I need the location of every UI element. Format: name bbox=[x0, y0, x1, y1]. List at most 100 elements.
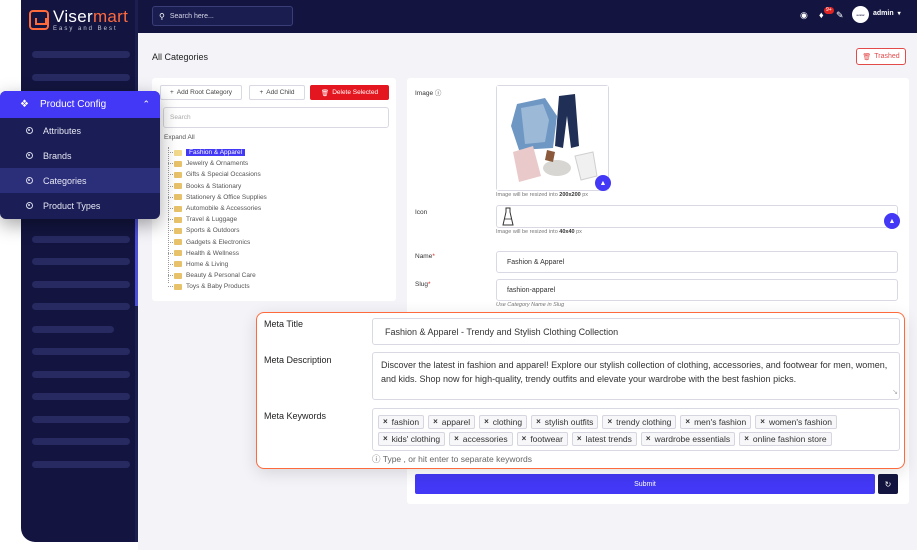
keyword-tag[interactable]: × clothing bbox=[479, 414, 528, 429]
tree-node[interactable]: Books & Stationary bbox=[168, 181, 267, 192]
tree-search-input[interactable]: Search bbox=[163, 107, 389, 128]
tree-node[interactable]: Fashion & Apparel bbox=[168, 147, 267, 158]
name-field[interactable]: Fashion & Apparel bbox=[496, 251, 898, 273]
keyword-tag[interactable]: × wardrobe essentials bbox=[640, 431, 736, 446]
remove-tag-icon[interactable]: × bbox=[577, 434, 582, 443]
tree-node[interactable]: Health & Wellness bbox=[168, 248, 267, 259]
tree-node[interactable]: Toys & Baby Products bbox=[168, 281, 267, 292]
keyword-tag[interactable]: × women's fashion bbox=[755, 414, 837, 429]
cloud-upload-icon[interactable]: ▲ bbox=[884, 213, 900, 229]
sidebar-item-placeholder[interactable] bbox=[32, 416, 130, 423]
remove-tag-icon[interactable]: × bbox=[685, 417, 690, 426]
refresh-icon[interactable]: ↻ bbox=[878, 474, 898, 494]
brand-tagline: Easy and Best bbox=[53, 26, 118, 32]
icon-upload-field[interactable] bbox=[496, 205, 898, 228]
category-tree: Fashion & Apparel Jewelry & Ornaments Gi… bbox=[168, 147, 267, 292]
tree-node[interactable]: Travel & Luggage bbox=[168, 214, 267, 225]
menu-item-product-types[interactable]: Product Types bbox=[0, 193, 160, 218]
sidebar-item-placeholder[interactable] bbox=[32, 371, 130, 378]
slug-field[interactable]: fashion-apparel bbox=[496, 279, 898, 301]
image-hint: Image will be resized into 200x200 px bbox=[496, 192, 589, 198]
slug-hint-link[interactable]: Use Category Name in Slug bbox=[496, 302, 564, 308]
folder-icon bbox=[174, 261, 182, 268]
remove-tag-icon[interactable]: × bbox=[522, 434, 527, 443]
add-root-category-button[interactable]: + Add Root Category bbox=[160, 85, 242, 100]
folder-icon bbox=[174, 272, 182, 279]
sidebar-item-placeholder[interactable] bbox=[32, 281, 130, 288]
tree-node[interactable]: Stationery & Office Supplies bbox=[168, 192, 267, 203]
tree-node[interactable]: Sports & Outdoors bbox=[168, 225, 267, 236]
meta-description-field[interactable]: Discover the latest in fashion and appar… bbox=[372, 352, 900, 400]
keyword-tag[interactable]: × latest trends bbox=[571, 431, 637, 446]
product-config-menu: ❖ Product Config ⌃ Attributes Brands Cat… bbox=[0, 91, 160, 219]
sidebar-item-placeholder[interactable] bbox=[32, 348, 130, 355]
remove-tag-icon[interactable]: × bbox=[760, 417, 765, 426]
keyword-tag[interactable]: × men's fashion bbox=[680, 414, 752, 429]
sidebar-item-placeholder[interactable] bbox=[32, 303, 130, 310]
menu-item-attributes[interactable]: Attributes bbox=[0, 118, 160, 143]
keyword-tag[interactable]: × trendy clothing bbox=[602, 414, 677, 429]
menu-product-config[interactable]: ❖ Product Config ⌃ bbox=[0, 91, 160, 118]
submit-button[interactable]: Submit bbox=[415, 474, 875, 494]
keyword-tag[interactable]: × apparel bbox=[428, 414, 476, 429]
brand-logo[interactable]: Visermart Easy and Best bbox=[29, 8, 128, 32]
circle-icon bbox=[26, 177, 33, 184]
tree-node[interactable]: Home & Living bbox=[168, 259, 267, 270]
icon-label: Icon bbox=[415, 209, 428, 216]
tree-node[interactable]: Beauty & Personal Care bbox=[168, 270, 267, 281]
keyword-tag[interactable]: × accessories bbox=[449, 431, 513, 446]
keyword-tag[interactable]: × online fashion store bbox=[739, 431, 832, 446]
tree-node[interactable]: Gadgets & Electronics bbox=[168, 237, 267, 248]
delete-selected-button[interactable]: 🗑︎ Delete Selected bbox=[310, 85, 389, 100]
sidebar-item-placeholder[interactable] bbox=[32, 236, 130, 243]
search-input[interactable]: ⚲ Search here... bbox=[152, 6, 293, 26]
tree-node[interactable]: Automobile & Accessories bbox=[168, 203, 267, 214]
menu-item-brands[interactable]: Brands bbox=[0, 143, 160, 168]
keyword-tag[interactable]: × kids' clothing bbox=[378, 431, 446, 446]
remove-tag-icon[interactable]: × bbox=[607, 417, 612, 426]
sidebar-item-placeholder[interactable] bbox=[32, 258, 130, 265]
remove-tag-icon[interactable]: × bbox=[433, 417, 438, 426]
add-child-label: Add Child bbox=[266, 89, 295, 96]
sidebar-item-placeholder[interactable] bbox=[32, 326, 114, 333]
remove-tag-icon[interactable]: × bbox=[383, 417, 388, 426]
expand-all-link[interactable]: Expand All bbox=[164, 134, 195, 141]
cloud-upload-icon[interactable]: ▲ bbox=[595, 175, 611, 191]
tree-node[interactable]: Jewelry & Ornaments bbox=[168, 158, 267, 169]
remove-tag-icon[interactable]: × bbox=[744, 434, 749, 443]
chevron-down-icon: ▾ bbox=[897, 11, 901, 17]
wrench-icon[interactable]: ✎ bbox=[836, 10, 844, 21]
sidebar-item-placeholder[interactable] bbox=[32, 461, 130, 468]
remove-tag-icon[interactable]: × bbox=[536, 417, 541, 426]
notification-badge: 9+ bbox=[824, 7, 834, 14]
tree-node[interactable]: Gifts & Special Occasions bbox=[168, 169, 267, 180]
brand-name: Visermart bbox=[53, 7, 129, 26]
meta-keywords-field[interactable]: × fashion × apparel × clothing × stylish out… bbox=[372, 408, 900, 451]
menu-item-categories[interactable]: Categories bbox=[0, 168, 160, 193]
add-child-button[interactable]: + Add Child bbox=[249, 85, 305, 100]
remove-tag-icon[interactable]: × bbox=[484, 417, 489, 426]
remove-tag-icon[interactable]: × bbox=[646, 434, 651, 443]
keyword-tag[interactable]: × fashion bbox=[378, 414, 425, 429]
remove-tag-icon[interactable]: × bbox=[383, 434, 388, 443]
remove-tag-icon[interactable]: × bbox=[454, 434, 459, 443]
sidebar-item-placeholder[interactable] bbox=[32, 51, 130, 58]
user-menu[interactable]: admin ▾ bbox=[873, 10, 901, 17]
avatar[interactable]: avatar bbox=[852, 6, 869, 23]
meta-description-text: Discover the latest in fashion and appar… bbox=[381, 360, 888, 384]
folder-icon bbox=[174, 160, 182, 167]
sidebar-item-placeholder[interactable] bbox=[32, 438, 130, 445]
keyword-tag[interactable]: × footwear bbox=[516, 431, 568, 446]
sidebar-item-placeholder[interactable] bbox=[32, 393, 130, 400]
resize-handle-icon[interactable]: ↘ bbox=[892, 386, 898, 400]
dress-icon bbox=[502, 207, 514, 226]
sidebar-item-placeholder[interactable] bbox=[32, 74, 130, 81]
circle-icon bbox=[26, 152, 33, 159]
keyword-tag[interactable]: × stylish outfits bbox=[531, 414, 599, 429]
meta-title-field[interactable]: Fashion & Apparel - Trendy and Stylish C… bbox=[372, 318, 900, 345]
globe-icon[interactable]: ◉ bbox=[800, 10, 808, 21]
trashed-button[interactable]: 🗑︎ Trashed bbox=[856, 48, 906, 65]
meta-seo-panel: Meta Title Fashion & Apparel - Trendy an… bbox=[256, 312, 905, 469]
keywords-hint: ⓘ Type , or hit enter to separate keywor… bbox=[372, 454, 533, 464]
bell-icon[interactable]: ♦ bbox=[819, 10, 824, 20]
